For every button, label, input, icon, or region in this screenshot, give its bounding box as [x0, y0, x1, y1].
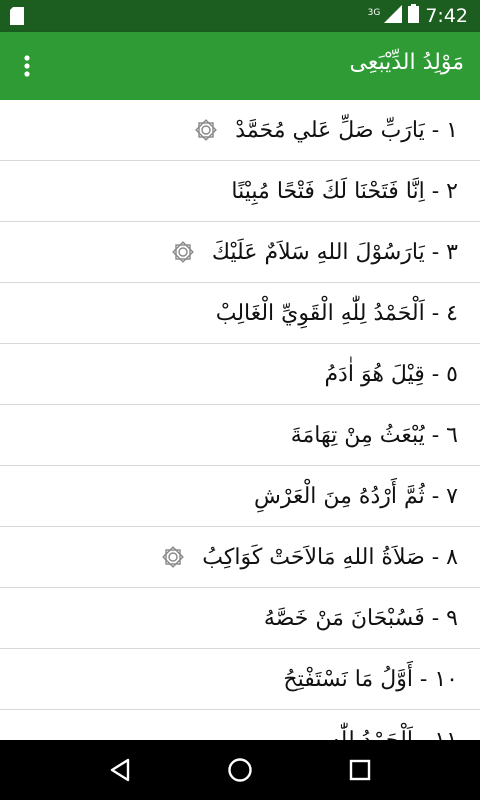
app-title: مَوْلِدُ الدِّيْبَعِى [349, 50, 464, 75]
list-item-label: ١٠ - أَوَّلُ مَا نَسْتَفْتِحُ [283, 666, 458, 692]
battery-icon [408, 4, 420, 28]
sd-card-icon [10, 7, 24, 29]
recents-square-icon[interactable] [340, 750, 380, 790]
status-bar: 3G 7:42 [0, 0, 480, 32]
list-item[interactable]: ٦ - يُبْعَثُ مِنْ تِهَامَةَ [0, 405, 480, 466]
list-item[interactable]: ١١ - اَلْحَمْدُ لِلّٰهِ [0, 710, 480, 741]
list-item-label: ١ - يَارَبِّ صَلِّ عَلي مُحَمَّدْ [235, 117, 458, 143]
chapter-list[interactable]: ١ - يَارَبِّ صَلِّ عَلي مُحَمَّدْ ٢ - اِن… [0, 100, 480, 740]
list-item[interactable]: ٤ - اَلْحَمْدُ لِلّٰهِ الْقَوِيِّ الْغَا… [0, 283, 480, 344]
signal-icon [384, 4, 403, 28]
home-circle-icon[interactable] [220, 750, 260, 790]
ornament-star-icon [168, 237, 198, 267]
list-item[interactable]: ٧ - ثُمَّ أَرْدُهُ مِنَ الْعَرْشِ [0, 466, 480, 527]
app-bar: مَوْلِدُ الدِّيْبَعِى [0, 32, 480, 100]
list-item-label: ٨ - صَلاَةُ اللهِ مَالاَحَتْ كَوَاكِبُ [202, 544, 458, 570]
list-item-label: ٣ - يَارَسُوْلَ اللهِ سَلاَمٌ عَلَيْكَ [211, 239, 458, 265]
clock: 7:42 [425, 5, 468, 27]
list-item-label: ٩ - فَسُبْحَانَ مَنْ خَصَّهُ [263, 605, 458, 631]
list-item[interactable]: ٣ - يَارَسُوْلَ اللهِ سَلاَمٌ عَلَيْكَ [0, 222, 480, 283]
navigation-bar [0, 740, 480, 800]
ornament-star-icon [158, 542, 188, 572]
list-item-label: ٤ - اَلْحَمْدُ لِلّٰهِ الْقَوِيِّ الْغَا… [215, 300, 458, 326]
ornament-star-icon [191, 115, 221, 145]
list-item-label: ٢ - اِنَّا فَتَحْنَا لَكَ فَتْحًا مُبِيْ… [231, 178, 458, 204]
network-type: 3G [367, 8, 381, 18]
list-item-label: ٥ - قِيْلَ هُوَ اٰدَمُ [324, 361, 458, 387]
list-item[interactable]: ٥ - قِيْلَ هُوَ اٰدَمُ [0, 344, 480, 405]
list-item-label: ١١ - اَلْحَمْدُ لِلّٰهِ [328, 727, 458, 741]
back-triangle-icon[interactable] [100, 750, 140, 790]
list-item-label: ٦ - يُبْعَثُ مِنْ تِهَامَةَ [290, 422, 458, 448]
list-item[interactable]: ٩ - فَسُبْحَانَ مَنْ خَصَّهُ [0, 588, 480, 649]
list-item[interactable]: ١ - يَارَبِّ صَلِّ عَلي مُحَمَّدْ [0, 100, 480, 161]
list-item[interactable]: ٢ - اِنَّا فَتَحْنَا لَكَ فَتْحًا مُبِيْ… [0, 161, 480, 222]
list-item-label: ٧ - ثُمَّ أَرْدُهُ مِنَ الْعَرْشِ [253, 483, 458, 509]
list-item[interactable]: ١٠ - أَوَّلُ مَا نَسْتَفْتِحُ [0, 649, 480, 710]
more-vert-icon[interactable] [12, 50, 42, 82]
list-item[interactable]: ٨ - صَلاَةُ اللهِ مَالاَحَتْ كَوَاكِبُ [0, 527, 480, 588]
